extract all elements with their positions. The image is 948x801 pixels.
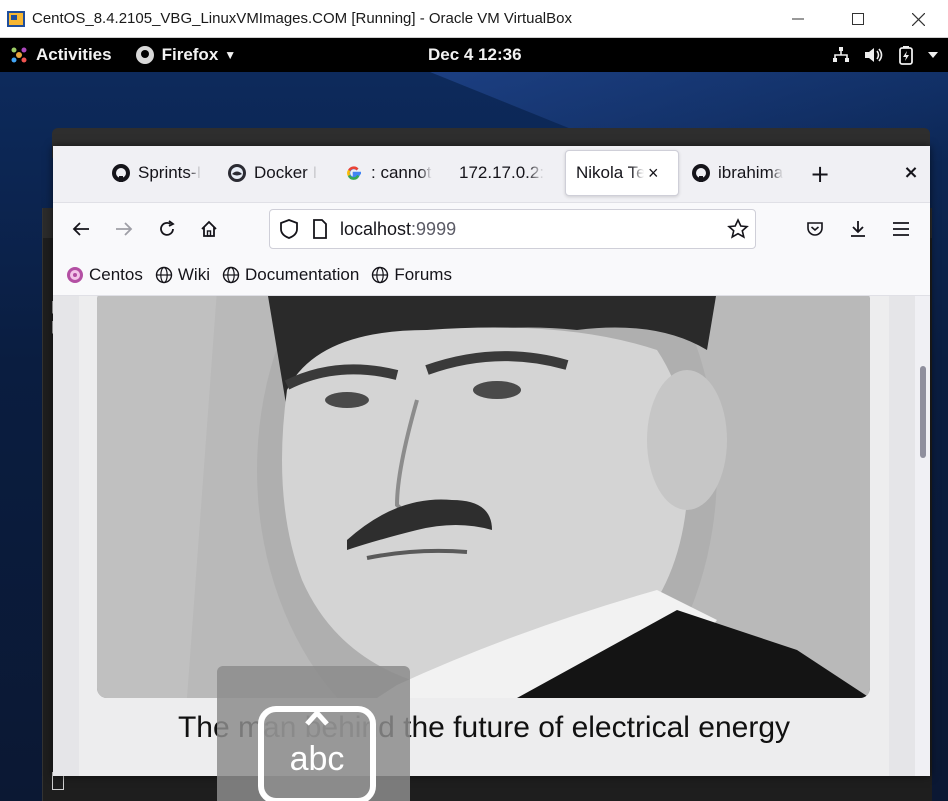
home-button[interactable] bbox=[195, 215, 223, 243]
pocket-icon bbox=[807, 222, 823, 236]
globe-icon bbox=[222, 266, 240, 283]
bookmark-star-icon[interactable] bbox=[727, 218, 749, 240]
tab-docker[interactable]: Docker I bbox=[227, 150, 325, 196]
tab-sprints[interactable]: Sprints-I bbox=[111, 150, 213, 196]
url-host: localhost bbox=[340, 218, 412, 239]
firefox-icon bbox=[135, 46, 154, 64]
tab-label: Docker I bbox=[254, 163, 318, 182]
tab-close-icon[interactable]: × bbox=[648, 163, 659, 184]
on-screen-keyboard-overlay[interactable]: abc bbox=[217, 666, 410, 801]
volume-icon bbox=[865, 48, 883, 62]
clock[interactable]: Dec 4 12:36 bbox=[428, 38, 522, 72]
bookmark-forums[interactable]: Forums bbox=[371, 265, 452, 285]
shield-icon[interactable] bbox=[278, 218, 300, 240]
forward-arrow-icon bbox=[116, 222, 133, 236]
centos-icon bbox=[67, 266, 83, 283]
globe-icon bbox=[372, 266, 389, 283]
url-bar[interactable]: localhost:9999 bbox=[269, 209, 756, 249]
page-caption: The man behind the future of electrical … bbox=[177, 711, 791, 744]
tab-strip: Sprints-I Docker I : cannot 172.17.0.2: … bbox=[53, 146, 930, 202]
app-menu-label: Firefox bbox=[161, 45, 219, 64]
reload-button[interactable] bbox=[153, 215, 181, 243]
page-scrollbar[interactable] bbox=[915, 296, 930, 776]
tab-label: Nikola Te bbox=[576, 163, 644, 182]
tab-label: Sprints-I bbox=[138, 163, 202, 182]
firefox-window: Sprints-I Docker I : cannot 172.17.0.2: … bbox=[53, 146, 930, 776]
bookmark-label: Wiki bbox=[177, 264, 210, 284]
navigation-toolbar: localhost:9999 bbox=[53, 202, 930, 254]
forward-button[interactable] bbox=[110, 215, 138, 243]
back-arrow-icon bbox=[72, 222, 89, 236]
home-icon bbox=[201, 220, 217, 237]
keyboard-label: abc bbox=[289, 740, 345, 778]
tab-label: : cannot bbox=[371, 163, 432, 182]
page-icon bbox=[313, 219, 327, 239]
menu-button[interactable] bbox=[887, 215, 915, 243]
bookmark-documentation[interactable]: Documentation bbox=[222, 265, 359, 285]
github-icon bbox=[111, 163, 131, 183]
activities-button[interactable]: Activities bbox=[10, 45, 112, 65]
google-icon bbox=[344, 163, 364, 183]
chevron-up-icon bbox=[305, 709, 329, 726]
system-tray[interactable] bbox=[832, 38, 938, 72]
window-title: CentOS_8.4.2105_VBG_LinuxVMImages.COM [R… bbox=[32, 10, 572, 27]
reload-icon bbox=[160, 220, 175, 236]
downloads-button[interactable] bbox=[844, 215, 872, 243]
hamburger-menu-icon bbox=[893, 222, 909, 236]
chevron-down-icon: ▼ bbox=[224, 48, 237, 62]
centos-logo-icon bbox=[11, 47, 27, 63]
back-button[interactable] bbox=[67, 215, 95, 243]
portrait-photo bbox=[97, 296, 870, 698]
url-port: :9999 bbox=[411, 218, 457, 239]
activities-label: Activities bbox=[36, 45, 112, 64]
tab-label: ibrahima bbox=[718, 163, 784, 182]
minimize-button[interactable] bbox=[768, 0, 828, 38]
bookmarks-toolbar: Centos Wiki Documentation Forums bbox=[53, 254, 930, 296]
vbox-title-bar: CentOS_8.4.2105_VBG_LinuxVMImages.COM [R… bbox=[0, 0, 948, 38]
bookmark-wiki[interactable]: Wiki bbox=[155, 265, 210, 285]
gnome-top-bar: Activities Firefox ▼ Dec 4 12:36 bbox=[0, 38, 948, 72]
minimize-icon bbox=[792, 18, 804, 20]
new-tab-button[interactable]: + bbox=[808, 160, 832, 188]
battery-icon bbox=[899, 46, 913, 65]
close-button[interactable] bbox=[888, 0, 948, 38]
tab-nikola-tesla[interactable]: Nikola Te × bbox=[565, 150, 679, 196]
power-menu-icon bbox=[928, 52, 938, 58]
web-page: The man behind the future of electrical … bbox=[53, 296, 930, 776]
pocket-button[interactable] bbox=[801, 215, 829, 243]
docker-icon bbox=[227, 163, 247, 183]
globe-icon bbox=[155, 266, 173, 283]
content-card: The man behind the future of electrical … bbox=[79, 296, 889, 776]
bookmark-label: Forums bbox=[394, 264, 452, 284]
virtualbox-icon bbox=[7, 10, 25, 27]
tab-google[interactable]: : cannot bbox=[344, 150, 440, 196]
maximize-icon bbox=[852, 13, 864, 25]
maximize-button[interactable] bbox=[828, 0, 888, 38]
tab-ip-address[interactable]: 172.17.0.2: bbox=[459, 150, 555, 196]
github-icon bbox=[691, 163, 711, 183]
keyboard-toggle-button[interactable]: abc bbox=[258, 706, 376, 801]
portrait-illustration bbox=[97, 296, 870, 698]
close-icon bbox=[911, 12, 925, 26]
tab-ibrahima[interactable]: ibrahima bbox=[691, 150, 787, 196]
bookmark-label: Documentation bbox=[244, 264, 360, 284]
bookmark-label: Centos bbox=[89, 264, 143, 284]
app-menu-firefox[interactable]: Firefox ▼ bbox=[135, 45, 237, 65]
tab-label: 172.17.0.2: bbox=[459, 163, 545, 182]
bookmark-centos[interactable]: Centos bbox=[66, 265, 143, 285]
close-window-button[interactable]: × bbox=[899, 162, 923, 186]
scrollbar-thumb[interactable] bbox=[920, 366, 926, 458]
network-icon bbox=[833, 47, 849, 62]
download-icon bbox=[851, 221, 865, 237]
